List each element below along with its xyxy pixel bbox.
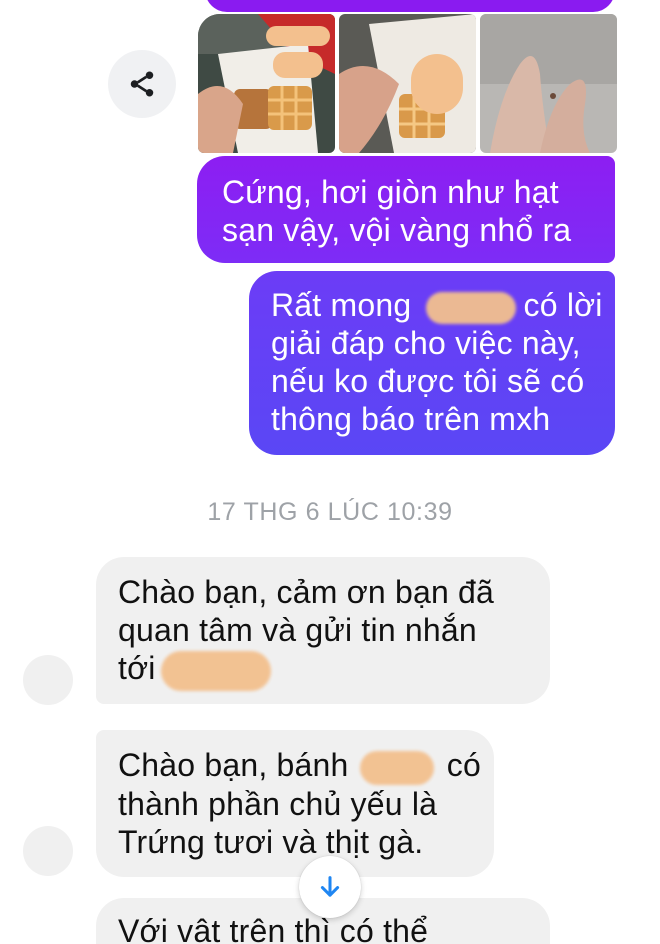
photo-attachment[interactable] (480, 14, 617, 153)
outgoing-message[interactable]: Cứng, hơi giòn như hạt sạn vậy, vội vàng… (197, 156, 615, 263)
message-text: quan tâm và gửi tin nhắn (118, 612, 477, 648)
message-text: thông báo trên mxh (271, 401, 551, 437)
redaction-mark (359, 750, 434, 785)
avatar[interactable] (23, 826, 73, 876)
outgoing-message[interactable]: Rất mong có lời giải đáp cho việc này, n… (249, 271, 615, 455)
message-line: Rất mong có lời (271, 286, 615, 324)
message-text: tới (118, 650, 156, 686)
message-line: tới (118, 649, 550, 691)
message-text: Chào bạn, cảm ơn bạn đã (118, 574, 495, 610)
message-timestamp: 17 THG 6 LÚC 10:39 (207, 498, 453, 526)
incoming-message[interactable]: Chào bạn, bánh có thành phần chủ yếu là … (96, 730, 494, 877)
share-icon (130, 71, 154, 97)
outgoing-message-bubble-cut[interactable] (205, 0, 615, 12)
photo-attachment[interactable] (198, 14, 335, 153)
arrow-down-icon (320, 876, 340, 897)
redaction-mark (160, 650, 271, 691)
photo-attachments (198, 14, 617, 153)
redaction-mark (426, 291, 517, 324)
message-text: có (446, 747, 481, 783)
incoming-message[interactable]: Chào bạn, cảm ơn bạn đã quan tâm và gửi … (96, 557, 550, 704)
avatar[interactable] (23, 655, 73, 705)
message-text: Rất mong (271, 287, 412, 323)
message-text: thành phần chủ yếu là (118, 785, 438, 822)
scroll-to-bottom-button[interactable] (299, 856, 361, 918)
message-text: nếu ko được tôi sẽ có (271, 363, 585, 399)
message-text: sạn vậy, vội vàng nhổ ra (222, 212, 572, 248)
chat-thread: Cứng, hơi giòn như hạt sạn vậy, vội vàng… (0, 0, 660, 944)
message-text: giải đáp cho việc này, (271, 325, 581, 361)
message-line: Chào bạn, bánh có (118, 746, 494, 785)
message-text: Trứng tươi và thịt gà. (118, 823, 424, 860)
message-text: Cứng, hơi giòn như hạt (222, 174, 559, 210)
share-button[interactable] (108, 50, 176, 118)
photo-attachment[interactable] (339, 14, 476, 153)
message-text: có lời (523, 287, 603, 323)
message-text: Chào bạn, bánh (118, 747, 349, 783)
